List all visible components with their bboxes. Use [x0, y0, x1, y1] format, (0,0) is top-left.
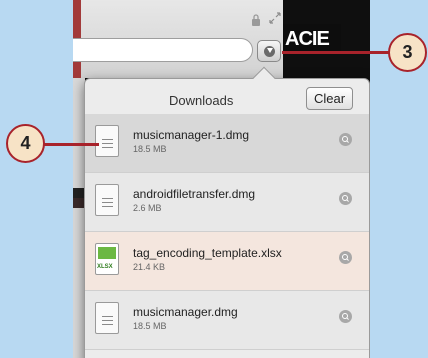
download-list: musicmanager-1.dmg 18.5 MB androidfiletr…	[85, 114, 369, 350]
address-bar[interactable]	[73, 38, 253, 62]
magnifier-icon[interactable]	[339, 133, 352, 146]
downloads-title: Downloads	[169, 93, 234, 108]
file-name: androidfiletransfer.dmg	[133, 187, 256, 201]
file-size: 18.5 MB	[133, 321, 167, 331]
fullscreen-icon[interactable]	[269, 12, 281, 24]
callout-3: 3	[388, 33, 427, 72]
magnifier-icon[interactable]	[339, 310, 352, 323]
download-item[interactable]: musicmanager.dmg 18.5 MB	[85, 291, 369, 350]
file-size: 21.4 KB	[133, 262, 166, 272]
disk-image-file-icon	[95, 302, 119, 334]
callout-4-leader	[44, 143, 99, 146]
disk-image-file-icon	[95, 184, 119, 216]
lock-icon	[252, 14, 260, 26]
download-item[interactable]: androidfiletransfer.dmg 2.6 MB	[85, 173, 369, 232]
download-item[interactable]: XLSX tag_encoding_template.xlsx 21.4 KB	[85, 232, 369, 291]
file-name: tag_encoding_template.xlsx	[133, 246, 282, 260]
magnifier-icon[interactable]	[339, 192, 352, 205]
spreadsheet-file-icon: XLSX	[95, 243, 119, 275]
file-size: 18.5 MB	[133, 144, 167, 154]
downloads-arrow-icon	[267, 48, 273, 53]
downloads-button[interactable]	[257, 40, 281, 62]
file-name: musicmanager.dmg	[133, 305, 238, 319]
clear-button[interactable]: Clear	[306, 87, 353, 110]
brand-logo: ACIE	[283, 24, 341, 54]
magnifier-icon[interactable]	[339, 251, 352, 264]
browser-toolbar	[73, 0, 283, 78]
callout-4: 4	[6, 124, 45, 163]
downloads-popover: Downloads Clear musicmanager-1.dmg 18.5 …	[84, 78, 370, 358]
file-name: musicmanager-1.dmg	[133, 128, 250, 142]
callout-3-leader	[282, 51, 389, 54]
download-item[interactable]: musicmanager-1.dmg 18.5 MB	[85, 114, 369, 173]
disk-image-file-icon	[95, 125, 119, 157]
file-size: 2.6 MB	[133, 203, 162, 213]
